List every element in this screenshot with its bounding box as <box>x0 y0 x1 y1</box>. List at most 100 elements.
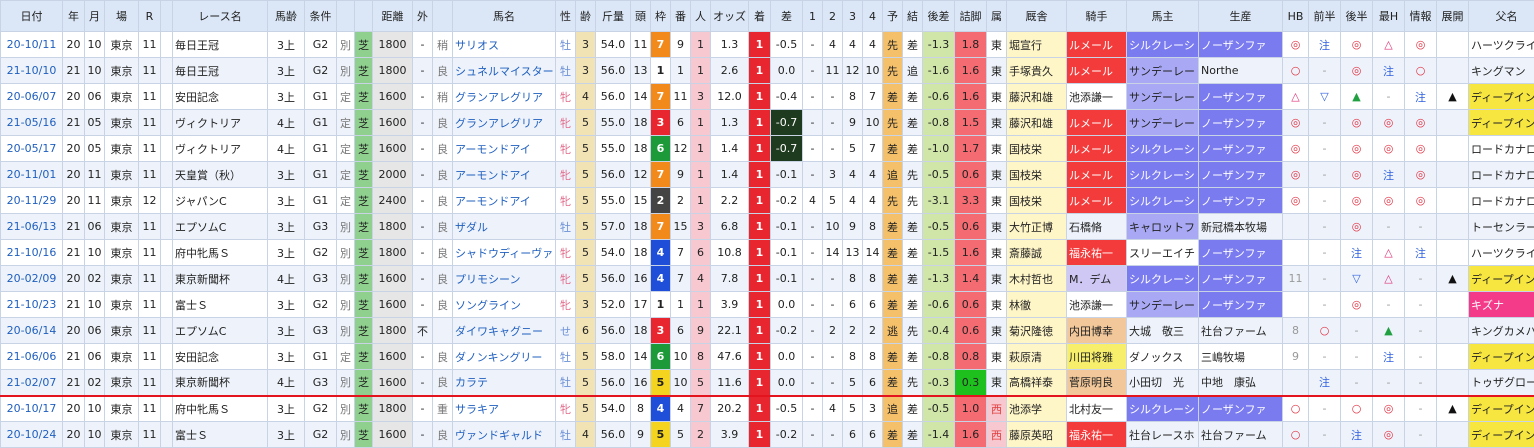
column-header[interactable]: 後差 <box>922 0 955 32</box>
horse-name-link[interactable]: シュネルマイスター <box>452 57 556 84</box>
table-row[interactable]: 21-10/10 21 10 東京 11 毎日王冠 3上 G2 別芝 1800- 良シュネルマイスタ… <box>0 57 1534 84</box>
column-header[interactable]: 最H <box>1372 0 1405 32</box>
race-date-link[interactable]: 21-10/23 <box>0 291 63 318</box>
column-header[interactable]: 人 <box>690 0 711 32</box>
race-date-link[interactable]: 20-05/17 <box>0 135 63 162</box>
column-header[interactable] <box>432 0 453 32</box>
column-header[interactable]: 性 <box>555 0 576 32</box>
race-date-link[interactable]: 20-10/17 <box>0 394 63 422</box>
table-row[interactable]: 21-06/06 21 06 東京 11 安田記念 3上 G1 定芝 1600- 良ダノンキングリー… <box>0 343 1534 370</box>
column-header[interactable]: 4 <box>862 0 883 32</box>
column-header[interactable]: 枠 <box>650 0 671 32</box>
table-row[interactable]: 20-11/01 20 11 東京 11 天皇賞（秋） 3上 G1 定芝 2000- 良アーモンドア… <box>0 161 1534 188</box>
horse-name-link[interactable]: グランアレグリア <box>452 83 556 110</box>
column-header[interactable]: HB <box>1282 0 1309 32</box>
race-date-link[interactable]: 21-06/06 <box>0 343 63 370</box>
column-header[interactable] <box>160 0 173 32</box>
column-header[interactable]: 外 <box>412 0 433 32</box>
table-row[interactable]: 20-10/11 20 10 東京 11 毎日王冠 3上 G2 別芝 1800- 稍サリオス牡 3 54… <box>0 31 1534 58</box>
horse-name-link[interactable]: アーモンドアイ <box>452 161 556 188</box>
column-header[interactable]: R <box>138 0 161 32</box>
column-header[interactable]: 3 <box>842 0 863 32</box>
horse-name-link[interactable]: サリオス <box>452 31 556 58</box>
table-row[interactable]: 20-10/24 20 10 東京 11 富士Ｓ 3上 G2 別芝 1600- 良ヴァンドギャルド牡… <box>0 421 1534 448</box>
first-half-cell: - <box>1308 57 1341 84</box>
column-header[interactable]: 距離 <box>372 0 413 32</box>
column-header[interactable]: 詰脚 <box>954 0 987 32</box>
race-date-link[interactable]: 21-02/07 <box>0 369 63 396</box>
race-date-link[interactable]: 20-06/14 <box>0 317 63 344</box>
horse-name-link[interactable]: ザダル <box>452 213 556 240</box>
column-header[interactable]: 厩舎 <box>1006 0 1067 32</box>
column-header[interactable]: 番 <box>670 0 691 32</box>
column-header[interactable]: 馬主 <box>1126 0 1199 32</box>
table-row[interactable]: 20-11/29 20 11 東京 12 ジャパンC 3上 G1 定芝 2400- 良アーモンドアイ… <box>0 187 1534 214</box>
column-header[interactable]: 年 <box>62 0 85 32</box>
column-header[interactable]: 予 <box>882 0 903 32</box>
column-header[interactable]: 頭 <box>630 0 651 32</box>
race-date-link[interactable]: 20-11/01 <box>0 161 63 188</box>
column-header[interactable]: 日付 <box>0 0 63 32</box>
column-header[interactable]: 1 <box>802 0 823 32</box>
venue-cell: 東京 <box>104 31 139 58</box>
column-header[interactable]: 月 <box>84 0 105 32</box>
column-header[interactable]: 情報 <box>1404 0 1437 32</box>
race-date-link[interactable]: 20-11/29 <box>0 187 63 214</box>
race-date-link[interactable]: 20-02/09 <box>0 265 63 292</box>
column-header[interactable]: 父名 <box>1468 0 1534 32</box>
horse-name-link[interactable]: シャドウディーヴァ <box>452 239 556 266</box>
column-header[interactable]: 結 <box>902 0 923 32</box>
column-header[interactable] <box>354 0 373 32</box>
column-header[interactable]: 条件 <box>304 0 337 32</box>
race-date-link[interactable]: 21-10/16 <box>0 239 63 266</box>
race-date-link[interactable]: 20-06/07 <box>0 83 63 110</box>
column-header[interactable]: 齢 <box>575 0 596 32</box>
column-header[interactable]: 着 <box>748 0 771 32</box>
horse-name-link[interactable]: サラキア <box>452 394 556 422</box>
race-date-link[interactable]: 21-05/16 <box>0 109 63 136</box>
column-header[interactable]: 馬齢 <box>267 0 305 32</box>
horse-name-link[interactable]: グランアレグリア <box>452 109 556 136</box>
horse-name-link[interactable]: ソングライン <box>452 291 556 318</box>
race-date-link[interactable]: 20-10/11 <box>0 31 63 58</box>
table-row[interactable]: 21-02/07 21 02 東京 11 東京新聞杯 4上 G3 別芝 1600- 良カラテ牡 5 56… <box>0 369 1534 396</box>
column-header[interactable]: 属 <box>986 0 1007 32</box>
odds-cell: 1.3 <box>710 109 749 136</box>
column-header[interactable]: 場 <box>104 0 139 32</box>
table-row[interactable]: 20-02/09 20 02 東京 11 東京新聞杯 4上 G3 別芝 1600- 良プリモシーン牝… <box>0 265 1534 292</box>
table-row[interactable]: 21-06/13 21 06 東京 11 エプソムC 3上 G3 別芝 1800- 良ザダル牡 5 57… <box>0 213 1534 240</box>
table-row[interactable]: 21-10/16 21 10 東京 11 府中牝馬Ｓ 3上 G2 別芝 1800- 良シャドウディー… <box>0 239 1534 266</box>
horse-name-link[interactable]: アーモンドアイ <box>452 135 556 162</box>
column-header[interactable]: 差 <box>770 0 803 32</box>
table-row[interactable]: 21-05/16 21 05 東京 11 ヴィクトリア 4上 G1 定芝 1600- 良グランアレグ… <box>0 109 1534 136</box>
table-row[interactable]: 20-05/17 20 05 東京 11 ヴィクトリア 4上 G1 定芝 1600- 良アーモンドア… <box>0 135 1534 162</box>
column-header[interactable]: レース名 <box>172 0 268 32</box>
predicted-style-cell: 差 <box>882 265 903 292</box>
column-header[interactable]: 後半 <box>1340 0 1373 32</box>
column-header[interactable]: 生産 <box>1198 0 1283 32</box>
horse-name-link[interactable]: ダノンキングリー <box>452 343 556 370</box>
column-header[interactable]: オッズ <box>710 0 749 32</box>
horse-name-link[interactable]: カラテ <box>452 369 556 396</box>
table-row[interactable]: 20-06/14 20 06 東京 11 エプソムC 3上 G3 別芝 1800 不ダイワキャグニー… <box>0 317 1534 344</box>
horse-name-link[interactable]: アーモンドアイ <box>452 187 556 214</box>
race-date-link[interactable]: 20-10/24 <box>0 421 63 448</box>
column-header[interactable] <box>336 0 355 32</box>
owner-cell: シルクレーシ <box>1126 394 1199 422</box>
horse-name-link[interactable]: ヴァンドギャルド <box>452 421 556 448</box>
column-header[interactable]: 斤量 <box>595 0 631 32</box>
table-row[interactable]: 20-10/17 20 10 東京 11 府中牝馬Ｓ 3上 G2 別芝 1800- 重サラキア牝 5 5… <box>0 394 1534 422</box>
column-header[interactable]: 展開 <box>1436 0 1469 32</box>
column-header[interactable]: 前半 <box>1308 0 1341 32</box>
race-date-link[interactable]: 21-06/13 <box>0 213 63 240</box>
table-row[interactable]: 20-06/07 20 06 東京 11 安田記念 3上 G1 定芝 1600- 稍グランアレグリア… <box>0 83 1534 110</box>
breeder-cell: 社台ファーム <box>1198 317 1283 344</box>
horse-name-link[interactable]: ダイワキャグニー <box>452 317 556 344</box>
horse-name-link[interactable]: プリモシーン <box>452 265 556 292</box>
column-header[interactable]: 騎手 <box>1066 0 1127 32</box>
column-header[interactable]: 2 <box>822 0 843 32</box>
race-date-link[interactable]: 21-10/10 <box>0 57 63 84</box>
corner-3-cell: 9 <box>842 213 863 240</box>
table-row[interactable]: 21-10/23 21 10 東京 11 富士Ｓ 3上 G2 別芝 1600- 良ソングライン牝 3 5… <box>0 291 1534 318</box>
column-header[interactable]: 馬名 <box>452 0 556 32</box>
